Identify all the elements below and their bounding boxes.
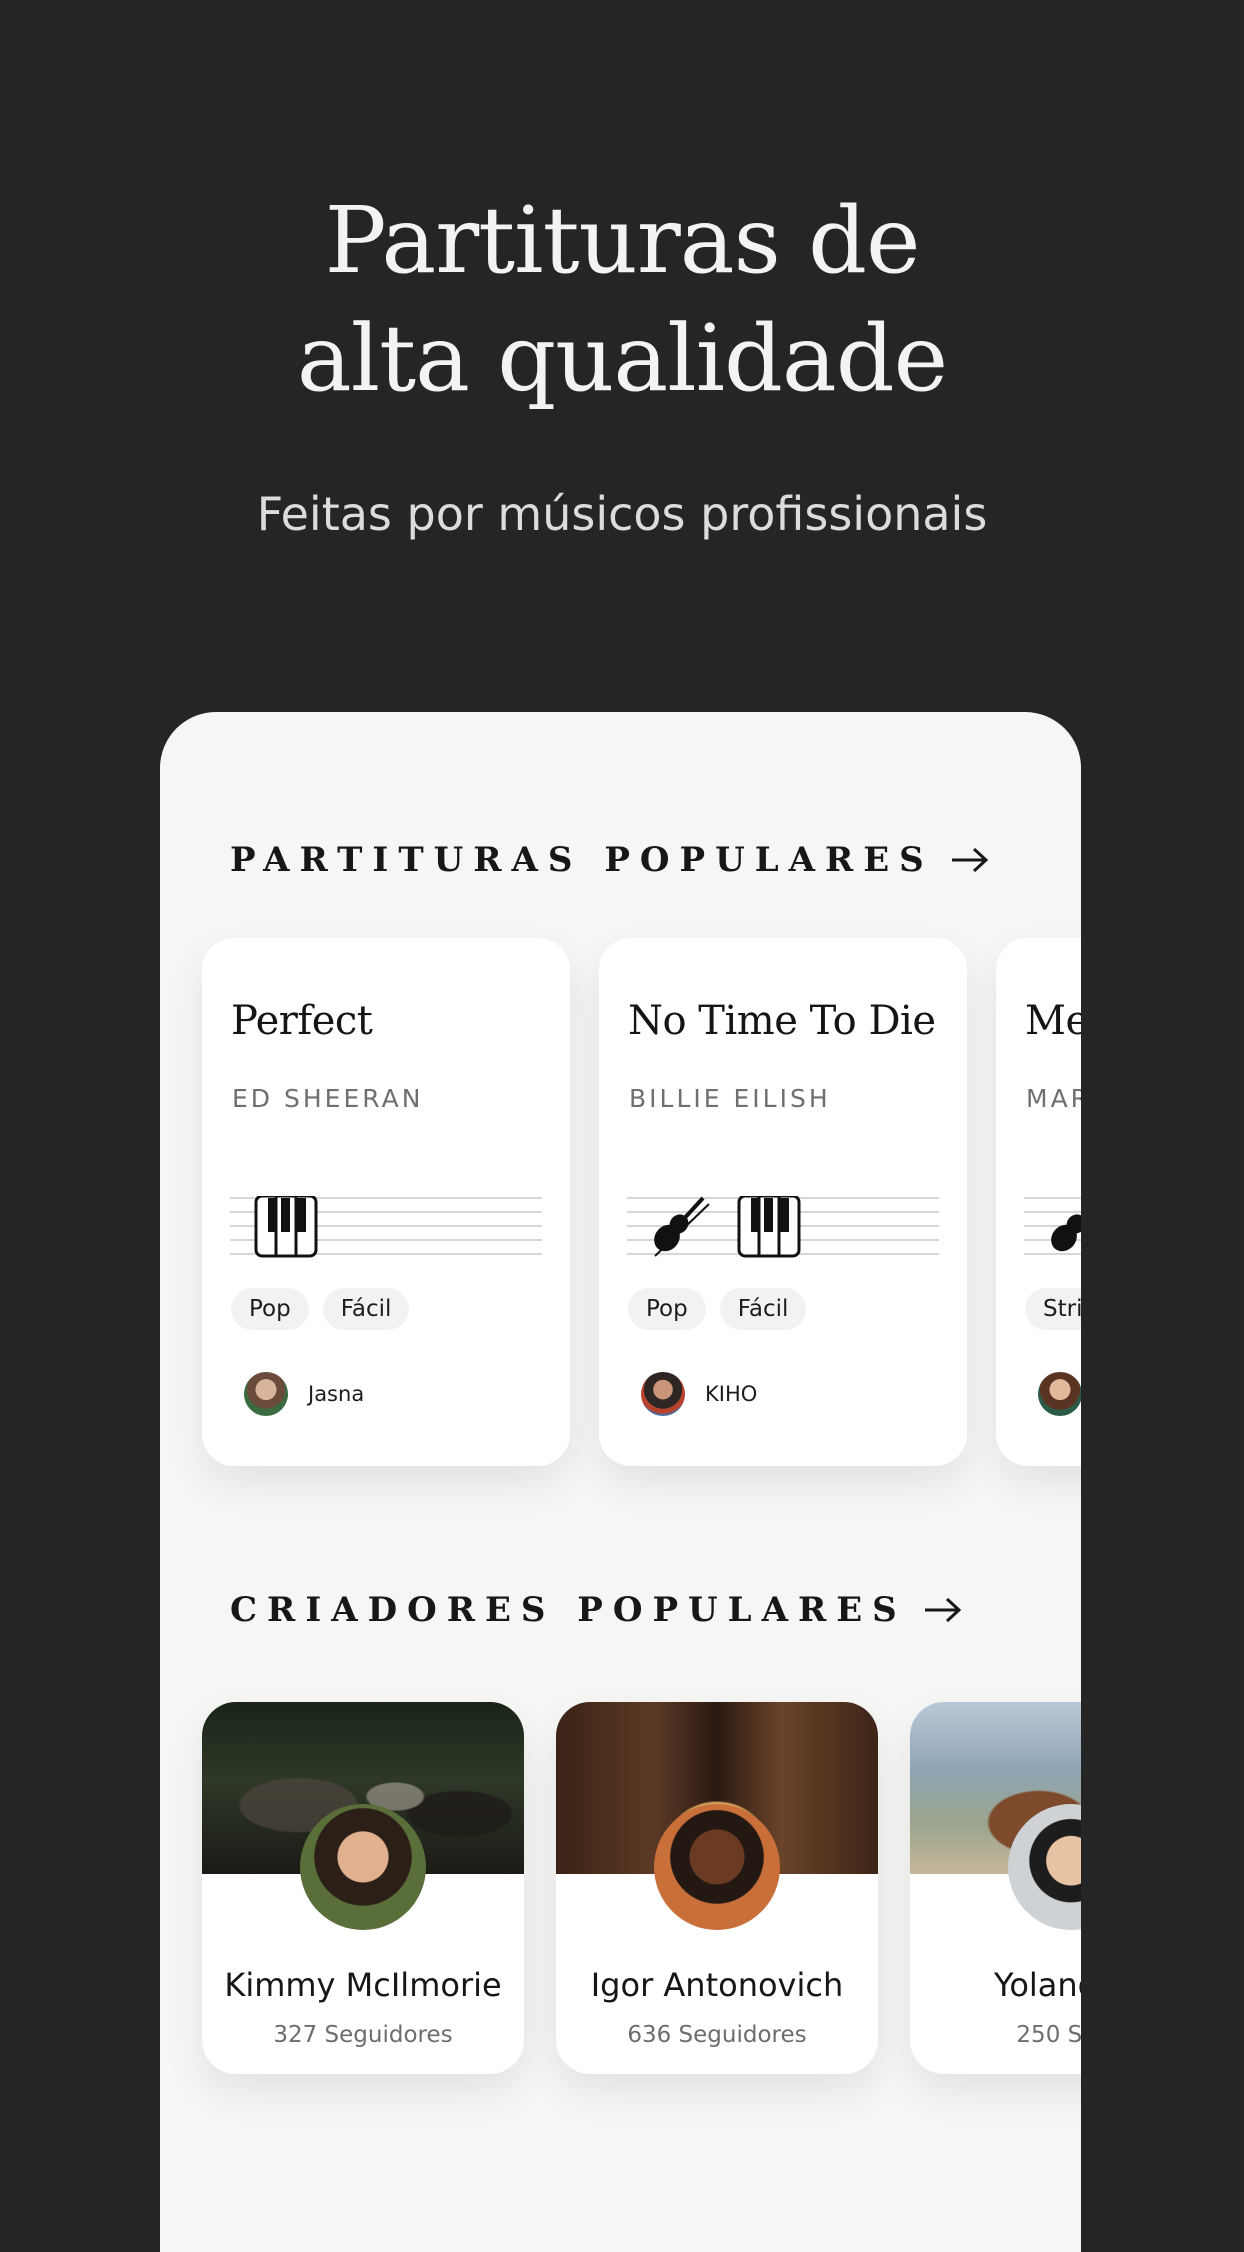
- app-screen: PARTITURAS POPULARES Perfect ED SHEERAN: [160, 712, 1081, 2252]
- follower-count: 250 Segu: [1016, 2022, 1081, 2048]
- creator-card[interactable]: Kimmy McIlmorie 327 Seguidores: [202, 1702, 524, 2074]
- avatar: [641, 1372, 685, 1416]
- avatar: [654, 1804, 780, 1930]
- genre-tag[interactable]: Pop: [628, 1288, 706, 1330]
- tag-list: Pop Fácil: [628, 1288, 807, 1330]
- sheet-card[interactable]: Perfect ED SHEERAN Pop Fácil Jasna: [202, 938, 570, 1466]
- violin-icon: [1051, 1214, 1081, 1252]
- popular-sheets-heading[interactable]: PARTITURAS POPULARES: [230, 840, 992, 880]
- piano-icon: [737, 1196, 801, 1258]
- creator-name: Kimmy McIlmorie: [224, 1966, 502, 2004]
- sheet-artist: ED SHEERAN: [232, 1084, 424, 1113]
- sheet-artist: MAR: [1026, 1084, 1081, 1113]
- difficulty-tag[interactable]: Fácil: [322, 1288, 410, 1330]
- arrow-right-icon[interactable]: [948, 845, 992, 875]
- popular-sheets-title: PARTITURAS POPULARES: [230, 840, 934, 880]
- avatar: [300, 1804, 426, 1930]
- violin-icon: [654, 1196, 710, 1257]
- popular-creators-heading[interactable]: CRIADORES POPULARES: [230, 1590, 965, 1630]
- creator-card[interactable]: Yolanda E 250 Segu: [910, 1702, 1081, 2074]
- sheet-creator[interactable]: Jasna: [244, 1372, 364, 1416]
- hero-title: Partituras de alta qualidade: [0, 182, 1244, 418]
- sheet-artist: BILLIE EILISH: [629, 1084, 831, 1113]
- staff-lines: [1024, 1197, 1081, 1255]
- creator-name: KIHO: [705, 1382, 758, 1406]
- creator-name: Yolanda E: [994, 1966, 1081, 2004]
- staff-lines: [230, 1196, 542, 1258]
- tag-list: Pop Fácil: [231, 1288, 410, 1330]
- difficulty-tag[interactable]: Fácil: [719, 1288, 807, 1330]
- hero-title-line2: alta qualidade: [296, 305, 948, 412]
- piano-icon: [254, 1196, 318, 1258]
- creator-name: Jasna: [308, 1382, 365, 1406]
- arrow-right-icon[interactable]: [921, 1595, 965, 1625]
- avatar: [1038, 1372, 1081, 1416]
- tag-list: Stri: [1025, 1288, 1081, 1330]
- genre-tag[interactable]: Stri: [1025, 1288, 1081, 1330]
- staff-lines: [627, 1196, 939, 1258]
- follower-count: 636 Seguidores: [627, 2022, 807, 2048]
- sheet-title: Perfect: [231, 998, 373, 1044]
- hero-subtitle: Feitas por músicos profissionais: [256, 487, 988, 541]
- sheet-title: Me: [1025, 998, 1081, 1044]
- avatar: [244, 1372, 288, 1416]
- creator-card[interactable]: Igor Antonovich 636 Seguidores: [556, 1702, 878, 2074]
- popular-creators-title: CRIADORES POPULARES: [230, 1590, 907, 1630]
- sheet-card[interactable]: No Time To Die BILLIE EILISH Pop Fácil K…: [599, 938, 967, 1466]
- follower-count: 327 Seguidores: [273, 2022, 453, 2048]
- hero-title-line1: Partituras de: [324, 187, 921, 294]
- genre-tag[interactable]: Pop: [231, 1288, 309, 1330]
- sheet-title: No Time To Die: [628, 998, 936, 1044]
- sheet-card[interactable]: Me MAR Stri: [996, 938, 1081, 1466]
- sheet-creator[interactable]: KIHO: [641, 1372, 757, 1416]
- creator-name: Igor Antonovich: [590, 1966, 844, 2004]
- sheet-creator[interactable]: [1038, 1372, 1081, 1416]
